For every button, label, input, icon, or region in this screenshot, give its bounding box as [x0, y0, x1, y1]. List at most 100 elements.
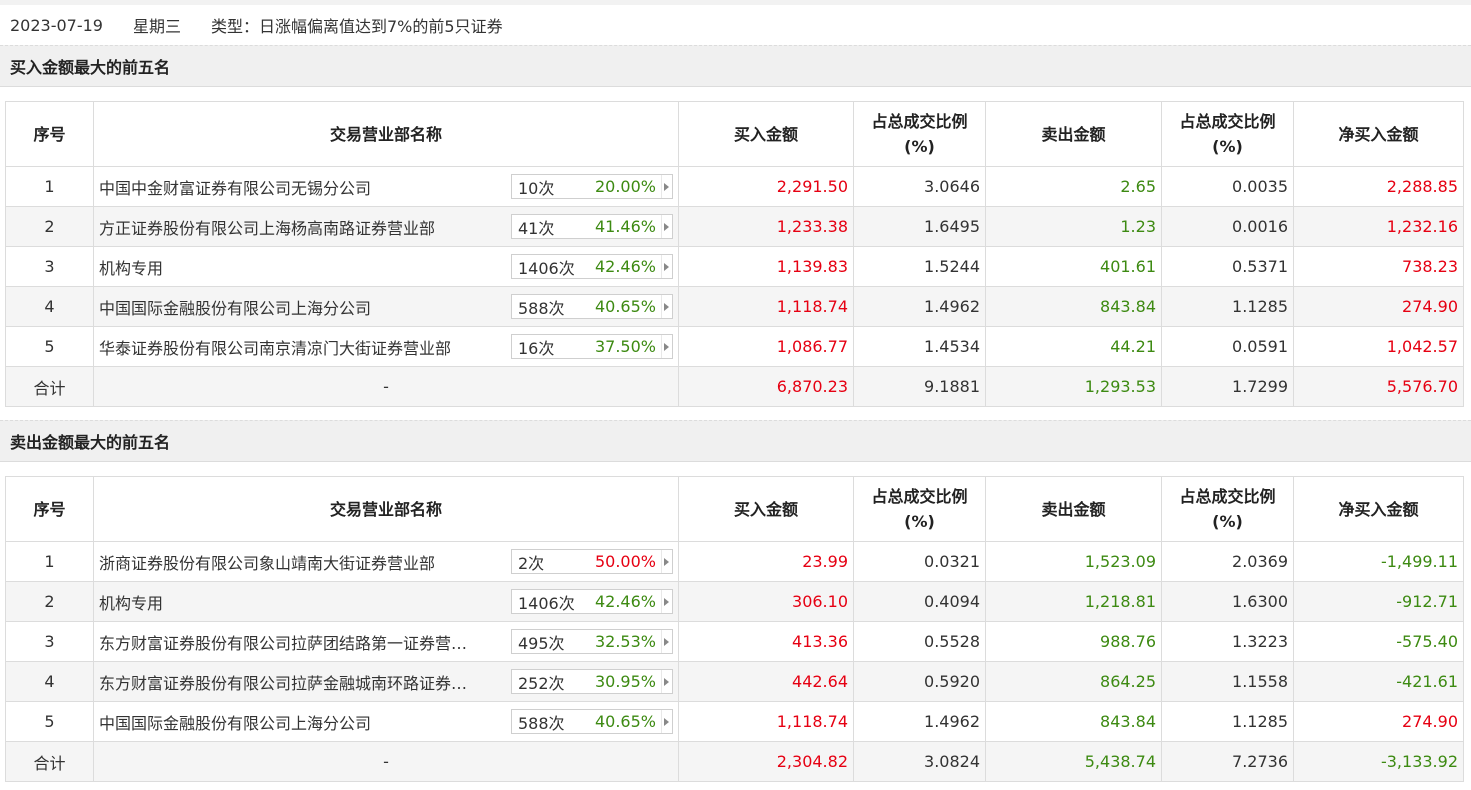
success-rate: 20.00% — [594, 177, 656, 196]
broker-stats-button[interactable]: 10次 20.00% — [511, 174, 673, 199]
appearance-count: 10次 — [518, 178, 555, 198]
buy-amount: 1,086.77 — [678, 326, 854, 367]
success-rate: 30.95% — [594, 672, 656, 691]
report-date: 2023-07-19 — [10, 15, 103, 35]
total-label: 合计 — [5, 366, 94, 407]
total-sell-ratio: 1.7299 — [1161, 366, 1294, 407]
sell-ratio: 0.0035 — [1161, 166, 1294, 207]
table-row: 4 中国国际金融股份有限公司上海分公司 588次 40.65% 1,118.74 1.49… — [5, 286, 1464, 327]
broker-name[interactable]: 中国中金财富证券有限公司无锡分公司 — [99, 175, 371, 199]
row-index: 4 — [5, 286, 94, 327]
success-rate: 41.46% — [594, 217, 656, 236]
broker-name[interactable]: 中国国际金融股份有限公司上海分公司 — [99, 295, 371, 319]
sell-table: 序号 交易营业部名称 买入金额 占总成交比例 (%) 卖出金额 占总成交比例 (%)… — [5, 476, 1464, 782]
total-name: - — [93, 741, 679, 782]
broker-cell: 机构专用 1406次 42.46% — [93, 581, 679, 622]
row-index: 3 — [5, 246, 94, 287]
appearance-count: 41次 — [518, 218, 555, 238]
broker-stats-button[interactable]: 252次 30.95% — [511, 669, 673, 694]
broker-name[interactable]: 机构专用 — [99, 255, 163, 279]
broker-cell: 浙商证券股份有限公司象山靖南大街证券营业部 2次 50.00% — [93, 541, 679, 582]
caret-right-icon — [664, 598, 669, 606]
table-row: 1 中国中金财富证券有限公司无锡分公司 10次 20.00% 2,291.50 3.064… — [5, 166, 1464, 207]
caret-right-icon — [664, 223, 669, 231]
table-row: 2 机构专用 1406次 42.46% 306.10 0.4094 1,218.81 1.63… — [5, 581, 1464, 622]
buy-amount: 1,118.74 — [678, 286, 854, 327]
row-index: 1 — [5, 166, 94, 207]
table-row: 3 机构专用 1406次 42.46% 1,139.83 1.5244 401.61 0.53… — [5, 246, 1464, 287]
success-rate: 40.65% — [594, 297, 656, 316]
broker-cell: 东方财富证券股份有限公司拉萨团结路第一证券营… 495次 32.53% — [93, 621, 679, 662]
appearance-count: 2次 — [518, 553, 545, 573]
buy-amount: 23.99 — [678, 541, 854, 582]
net-amount: 274.90 — [1293, 286, 1464, 327]
buy-ratio: 1.4962 — [853, 286, 986, 327]
success-rate: 40.65% — [594, 712, 656, 731]
broker-cell: 中国国际金融股份有限公司上海分公司 588次 40.65% — [93, 701, 679, 742]
caret-right-icon — [664, 263, 669, 271]
broker-stats-button[interactable]: 41次 41.46% — [511, 214, 673, 239]
appearance-count: 1406次 — [518, 258, 575, 278]
sell-section-title: 卖出金额最大的前五名 — [0, 420, 1471, 462]
broker-name[interactable]: 机构专用 — [99, 590, 163, 614]
caret-right-icon — [664, 718, 669, 726]
buy-ratio: 1.4534 — [853, 326, 986, 367]
net-amount: 1,042.57 — [1293, 326, 1464, 367]
broker-cell: 华泰证券股份有限公司南京清凉门大街证券营业部 16次 37.50% — [93, 326, 679, 367]
broker-name[interactable]: 方正证券股份有限公司上海杨高南路证券营业部 — [99, 215, 435, 239]
net-amount: 1,232.16 — [1293, 206, 1464, 247]
broker-name[interactable]: 浙商证券股份有限公司象山靖南大街证券营业部 — [99, 550, 435, 574]
broker-stats-button[interactable]: 495次 32.53% — [511, 629, 673, 654]
col-net: 净买入金额 — [1293, 476, 1464, 542]
col-buy: 买入金额 — [678, 476, 854, 542]
broker-stats-button[interactable]: 1406次 42.46% — [511, 589, 673, 614]
row-index: 4 — [5, 661, 94, 702]
total-sell-amount: 1,293.53 — [985, 366, 1162, 407]
appearance-count: 16次 — [518, 338, 555, 358]
broker-stats-button[interactable]: 16次 37.50% — [511, 334, 673, 359]
buy-ratio: 0.0321 — [853, 541, 986, 582]
sell-amount: 843.84 — [985, 701, 1162, 742]
buy-ratio: 0.4094 — [853, 581, 986, 622]
row-index: 2 — [5, 581, 94, 622]
net-amount: 738.23 — [1293, 246, 1464, 287]
net-amount: 2,288.85 — [1293, 166, 1464, 207]
sell-amount: 2.65 — [985, 166, 1162, 207]
sell-amount: 401.61 — [985, 246, 1162, 287]
caret-right-icon — [664, 678, 669, 686]
broker-name[interactable]: 中国国际金融股份有限公司上海分公司 — [99, 710, 371, 734]
broker-cell: 中国国际金融股份有限公司上海分公司 588次 40.65% — [93, 286, 679, 327]
net-amount: 274.90 — [1293, 701, 1464, 742]
caret-right-icon — [664, 343, 669, 351]
sell-ratio: 1.1285 — [1161, 701, 1294, 742]
buy-amount: 1,233.38 — [678, 206, 854, 247]
sell-amount: 843.84 — [985, 286, 1162, 327]
buy-ratio: 3.0646 — [853, 166, 986, 207]
broker-name[interactable]: 华泰证券股份有限公司南京清凉门大街证券营业部 — [99, 335, 451, 359]
broker-stats-button[interactable]: 588次 40.65% — [511, 294, 673, 319]
sell-ratio: 1.3223 — [1161, 621, 1294, 662]
broker-stats-button[interactable]: 2次 50.00% — [511, 549, 673, 574]
broker-name[interactable]: 东方财富证券股份有限公司拉萨团结路第一证券营… — [99, 630, 467, 654]
broker-cell: 机构专用 1406次 42.46% — [93, 246, 679, 287]
total-name: - — [93, 366, 679, 407]
col-idx: 序号 — [5, 101, 94, 167]
buy-ratio: 1.4962 — [853, 701, 986, 742]
col-buy-pct: 占总成交比例 (%) — [853, 476, 986, 542]
row-index: 2 — [5, 206, 94, 247]
total-row: 合计 -2,304.82 3.0824 5,438.74 7.2736 -3,133.92 — [5, 741, 1464, 782]
broker-name[interactable]: 东方财富证券股份有限公司拉萨金融城南环路证券… — [99, 670, 467, 694]
total-net-amount: 5,576.70 — [1293, 366, 1464, 407]
success-rate: 42.46% — [594, 257, 656, 276]
buy-amount: 2,291.50 — [678, 166, 854, 207]
broker-stats-button[interactable]: 1406次 42.46% — [511, 254, 673, 279]
buy-table: 序号 交易营业部名称 买入金额 占总成交比例 (%) 卖出金额 占总成交比例 (%)… — [5, 101, 1464, 407]
col-name: 交易营业部名称 — [93, 101, 679, 167]
col-sell-pct: 占总成交比例 (%) — [1161, 101, 1294, 167]
col-buy: 买入金额 — [678, 101, 854, 167]
buy-ratio: 0.5528 — [853, 621, 986, 662]
broker-stats-button[interactable]: 588次 40.65% — [511, 709, 673, 734]
net-amount: -575.40 — [1293, 621, 1464, 662]
col-sell: 卖出金额 — [985, 476, 1162, 542]
buy-ratio: 0.5920 — [853, 661, 986, 702]
